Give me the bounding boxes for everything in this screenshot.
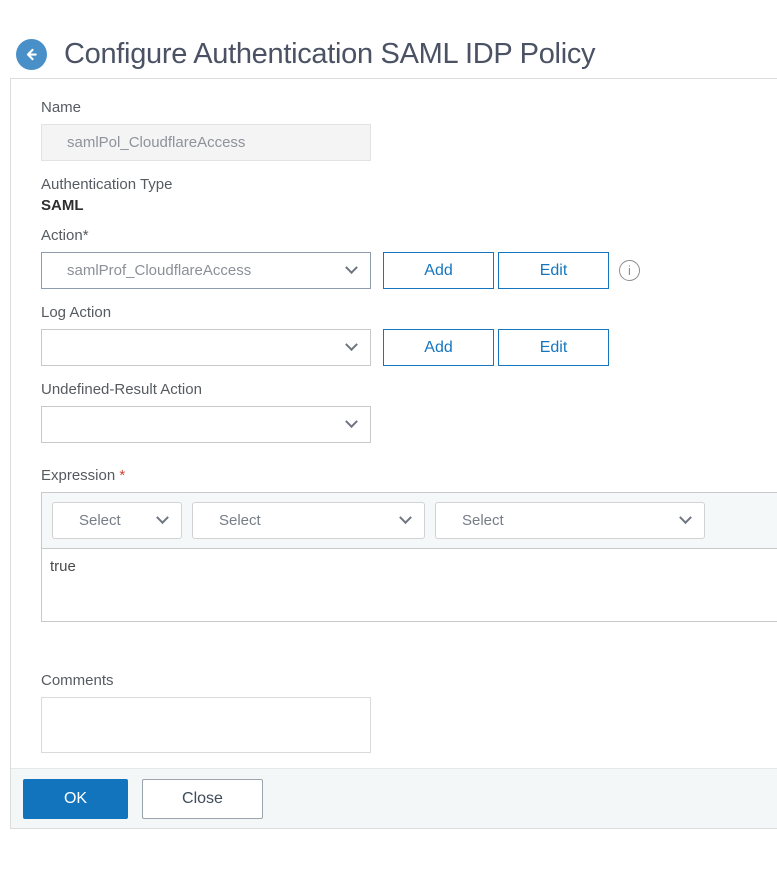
page-header: Configure Authentication SAML IDP Policy	[0, 0, 777, 78]
info-icon[interactable]: i	[619, 260, 640, 281]
form-panel: Name Authentication Type SAML Action* sa…	[10, 78, 777, 829]
log-action-edit-button[interactable]: Edit	[498, 329, 609, 366]
name-input	[41, 124, 371, 161]
form-footer: OK Close	[11, 768, 777, 828]
action-edit-button[interactable]: Edit	[498, 252, 609, 289]
expression-select-3-value: Select	[462, 512, 504, 529]
required-asterisk: *	[119, 467, 126, 484]
auth-type-group: Authentication Type SAML	[41, 176, 777, 214]
expression-select-2-value: Select	[219, 512, 261, 529]
auth-type-label: Authentication Type	[41, 176, 173, 193]
action-select-value: samlProf_CloudflareAccess	[67, 262, 252, 279]
expression-select-1[interactable]: Select	[52, 502, 182, 539]
log-action-field-group: Log Action Add Edit	[41, 304, 777, 366]
expression-builder: Select Select Select true	[41, 492, 777, 622]
chevron-down-icon	[345, 415, 358, 429]
log-action-add-button[interactable]: Add	[383, 329, 494, 366]
expression-input[interactable]: true	[42, 549, 777, 621]
log-action-label: Log Action	[41, 304, 112, 321]
chevron-down-icon	[156, 511, 169, 525]
name-label: Name	[41, 99, 82, 116]
expression-group: Expression * Select Select Select true	[41, 467, 777, 622]
expression-label: Expression *	[41, 467, 777, 485]
undefined-result-action-group: Undefined-Result Action	[41, 381, 777, 443]
undefined-result-action-label: Undefined-Result Action	[41, 381, 202, 398]
undefined-result-action-select[interactable]	[41, 406, 371, 443]
action-field-group: Action* samlProf_CloudflareAccess Add Ed…	[41, 227, 777, 289]
auth-type-value: SAML	[41, 197, 84, 214]
action-add-button[interactable]: Add	[383, 252, 494, 289]
chevron-down-icon	[345, 338, 358, 352]
expression-select-2[interactable]: Select	[192, 502, 425, 539]
name-field-group: Name	[41, 99, 777, 161]
comments-input[interactable]	[41, 697, 371, 753]
chevron-down-icon	[679, 511, 692, 525]
back-button[interactable]	[16, 38, 47, 70]
chevron-down-icon	[399, 511, 412, 525]
log-action-select[interactable]	[41, 329, 371, 366]
comments-group: Comments	[41, 672, 777, 758]
arrow-left-icon	[23, 46, 40, 63]
expression-label-text: Expression	[41, 467, 116, 484]
ok-button[interactable]: OK	[23, 778, 128, 819]
close-button[interactable]: Close	[142, 778, 263, 819]
action-select[interactable]: samlProf_CloudflareAccess	[41, 252, 371, 289]
expression-select-1-value: Select	[79, 512, 121, 529]
action-label: Action*	[41, 227, 89, 244]
chevron-down-icon	[345, 261, 358, 275]
expression-toolbar: Select Select Select	[42, 493, 777, 549]
comments-label: Comments	[41, 672, 114, 689]
expression-select-3[interactable]: Select	[435, 502, 705, 539]
page-title: Configure Authentication SAML IDP Policy	[64, 37, 596, 70]
